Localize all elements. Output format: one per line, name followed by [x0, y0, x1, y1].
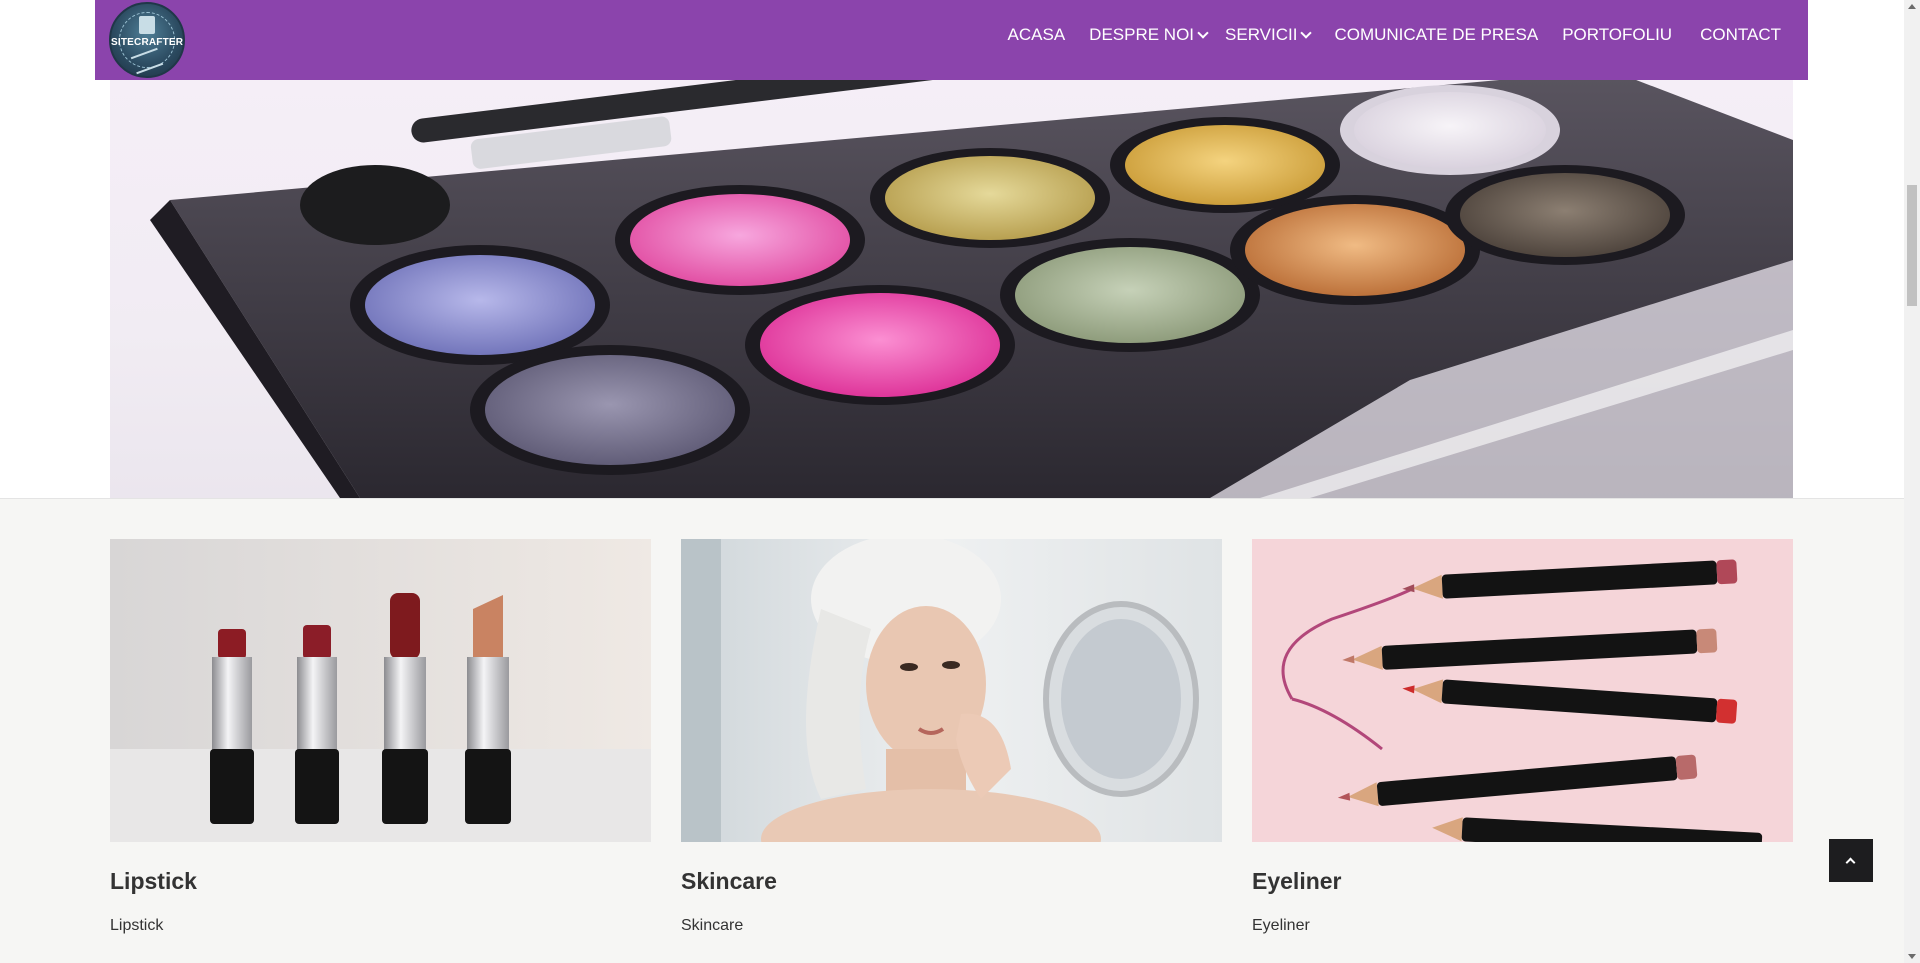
nav-item-label: DESPRE NOI	[1089, 25, 1195, 44]
site-header: SITECRAFTER ACASA DESPRE NOI SERVICII CO…	[95, 0, 1808, 80]
page: Lipstick Lipstick Skincare Skincare Eyel…	[0, 0, 1904, 963]
nav-item-label: SERVICII	[1225, 25, 1298, 44]
back-to-top-button[interactable]	[1829, 839, 1873, 882]
nav-item-comunicate-de-presa[interactable]: COMUNICATE DE PRESA	[1334, 25, 1538, 45]
card-title[interactable]: Lipstick	[110, 868, 197, 895]
card-text: Skincare	[681, 917, 744, 934]
nav-item-label: PORTOFOLIU	[1562, 25, 1673, 44]
logo-bottle-icon	[139, 16, 155, 34]
lipsticks-illustration	[110, 539, 651, 842]
card-text: Eyeliner	[1252, 917, 1310, 934]
product-card-eyeliner[interactable]: Eyeliner Eyeliner	[1252, 539, 1793, 934]
card-title[interactable]: Eyeliner	[1252, 868, 1342, 895]
scroll-down-arrow-icon[interactable]	[1908, 954, 1916, 959]
nav-item-acasa[interactable]: ACASA	[1008, 25, 1066, 45]
eyeliner-image[interactable]	[1252, 539, 1793, 842]
product-card-skincare[interactable]: Skincare Skincare	[681, 539, 1222, 934]
card-text: Lipstick	[110, 917, 164, 934]
skincare-image[interactable]	[681, 539, 1222, 842]
product-card-lipstick[interactable]: Lipstick Lipstick	[110, 539, 651, 934]
lipstick-image[interactable]	[110, 539, 651, 842]
site-logo[interactable]: SITECRAFTER	[109, 2, 185, 78]
hero-eyeshadow-image	[110, 80, 1793, 498]
nav-item-label: ACASA	[1007, 25, 1066, 44]
chevron-up-icon	[1845, 857, 1856, 868]
eyeshadow-palette-illustration	[150, 80, 1793, 498]
scroll-up-arrow-icon[interactable]	[1908, 4, 1916, 9]
eyeliner-pencils-illustration	[1252, 539, 1793, 842]
logo-text: SITECRAFTER	[111, 37, 184, 48]
nav-item-portofoliu[interactable]: PORTOFOLIU	[1562, 25, 1672, 45]
nav-item-despre-noi[interactable]: DESPRE NOI	[1089, 25, 1209, 45]
nav-item-label: COMUNICATE DE PRESA	[1334, 25, 1539, 44]
nav-item-label: CONTACT	[1700, 25, 1781, 44]
skincare-illustration	[681, 539, 1222, 842]
card-title[interactable]: Skincare	[681, 868, 777, 895]
vertical-scrollbar[interactable]	[1904, 0, 1920, 963]
main-nav: ACASA DESPRE NOI SERVICII COMUNICATE DE …	[984, 0, 1781, 70]
nav-item-servicii[interactable]: SERVICII	[1225, 25, 1313, 45]
chevron-down-icon	[1300, 27, 1313, 39]
nav-item-contact[interactable]: CONTACT	[1700, 25, 1781, 45]
chevron-down-icon	[1197, 27, 1209, 39]
products-section: Lipstick Lipstick Skincare Skincare Eyel…	[0, 499, 1904, 963]
scrollbar-thumb[interactable]	[1907, 185, 1917, 306]
